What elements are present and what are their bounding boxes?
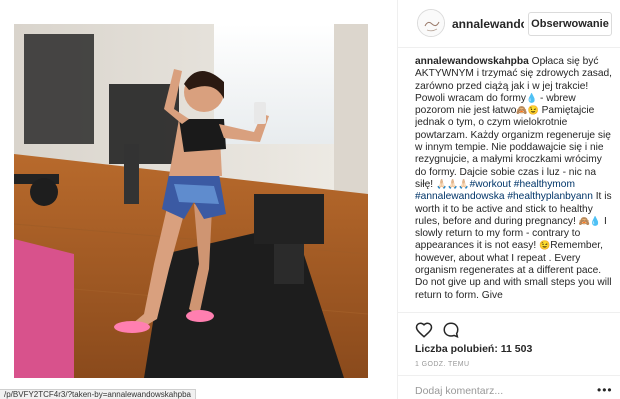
caption-username[interactable]: annalewandowskahpba	[415, 56, 529, 67]
hashtag-healthymom[interactable]: #healthymom	[514, 179, 575, 190]
clap-emoji-icon: 🙏🏻🙏🏻🙏🏻	[435, 178, 470, 189]
post-timestamp[interactable]: 1 GODZ. TEMU	[415, 361, 469, 368]
post-side-panel: annalewandow Obserwowanie annalewandowsk…	[397, 0, 620, 399]
header-username[interactable]: annalewandow	[452, 17, 524, 31]
hashtag-annalewandowska[interactable]: #annalewandowska	[415, 191, 505, 202]
see-no-evil-emoji-icon: 🙈	[516, 105, 528, 116]
smile-emoji-icon: 😉	[527, 105, 539, 116]
droplet-emoji-icon: 💧	[525, 92, 538, 103]
heart-icon[interactable]	[415, 321, 433, 339]
comment-icon[interactable]	[442, 321, 460, 339]
droplet-emoji-icon-2: 💧	[589, 215, 602, 226]
status-bar-url: /p/BVFY2TCF4r3/?taken-by=annalewandowska…	[0, 389, 196, 399]
comment-bar: Dodaj komentarz... •••	[398, 375, 620, 399]
post-caption: annalewandowskahpba Opłaca się być AKTYW…	[415, 56, 615, 310]
comment-input[interactable]: Dodaj komentarz...	[415, 385, 503, 397]
hashtag-healthyplanbyann[interactable]: #healthyplanbyann	[507, 191, 593, 202]
see-no-evil-emoji-icon-2: 🙈	[578, 215, 590, 226]
more-options-icon[interactable]: •••	[597, 384, 613, 396]
following-button[interactable]: Obserwowanie	[528, 12, 612, 36]
caption-text-3: Pamiętajcie jednak o tym, o czym wielokr…	[415, 105, 611, 190]
post-photo-pane	[0, 0, 397, 399]
avatar-image	[418, 10, 444, 36]
smile-emoji-icon-2: 😉	[539, 240, 551, 251]
post-photo[interactable]	[14, 24, 368, 378]
likes-count[interactable]: Liczba polubień: 11 503	[415, 343, 532, 355]
avatar[interactable]	[417, 9, 445, 37]
hashtag-workout[interactable]: #workout	[470, 179, 511, 190]
post-header: annalewandow Obserwowanie	[398, 0, 620, 48]
gym-selfie-image	[14, 24, 368, 378]
